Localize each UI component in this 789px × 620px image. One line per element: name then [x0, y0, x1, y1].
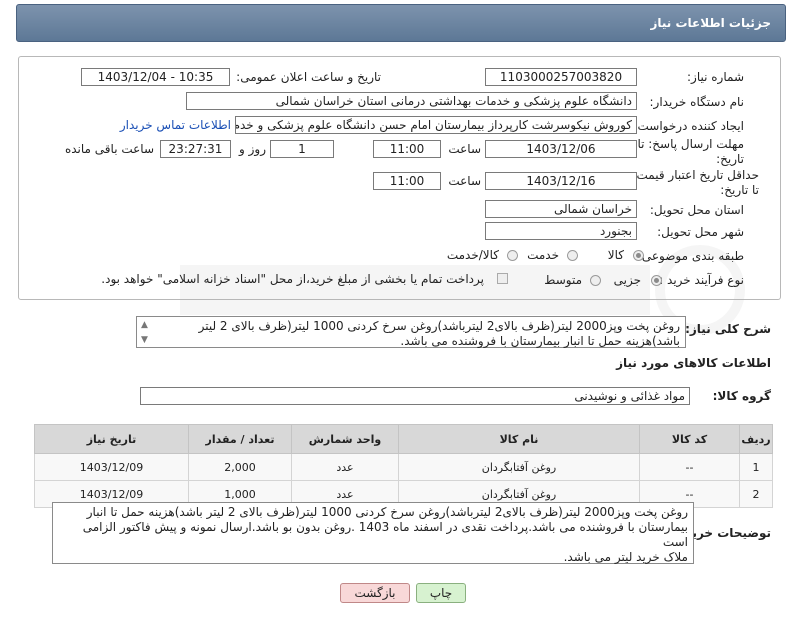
- col-date: تاریخ نیاز: [34, 424, 189, 454]
- buyer-notes-line-3: است: [662, 535, 688, 549]
- price-date-field: 1403/12/16: [485, 172, 637, 190]
- scroll-arrows-icon[interactable]: ▲ ▼: [141, 318, 148, 348]
- days-label: روز و: [239, 142, 266, 156]
- category-label: طبقه بندی موضوعی:: [637, 249, 744, 263]
- announce-field: 1403/12/04 - 10:35: [81, 68, 230, 86]
- summary-text: روغن پخت وپز2000 لیتر(ظرف بالای2 لیترباش…: [198, 319, 680, 348]
- process-medium-label: متوسط: [544, 273, 582, 287]
- buyer-notes-line-4: ملاک خرید لیتر می باشد.: [563, 550, 688, 564]
- category-service-radio[interactable]: [567, 250, 578, 261]
- back-button[interactable]: بازگشت: [340, 583, 410, 603]
- cell-name: روغن آفتابگردان: [398, 453, 640, 481]
- reply-time-field: 11:00: [373, 140, 441, 158]
- col-row: ردیف: [739, 424, 773, 454]
- buyer-notes-line-1: روغن پخت وپز2000 لیتر(ظرف بالای2 لیترباش…: [86, 505, 688, 519]
- page-header: جزئیات اطلاعات نیاز: [16, 4, 786, 42]
- days-field: 1: [270, 140, 334, 158]
- summary-textarea[interactable]: روغن پخت وپز2000 لیتر(ظرف بالای2 لیترباش…: [136, 316, 686, 348]
- table-header-row: ردیف کد کالا نام کالا واحد شمارش تعداد /…: [34, 424, 773, 454]
- cell-row: 2: [739, 480, 773, 508]
- buyer-contact-link[interactable]: اطلاعات تماس خریدار: [120, 118, 231, 132]
- remaining-label: ساعت باقی مانده: [64, 142, 154, 156]
- need-number-field: 1103000257003820: [485, 68, 637, 86]
- process-minor-label: جزیی: [613, 273, 641, 287]
- announce-label: تاریخ و ساعت اعلان عمومی:: [236, 70, 381, 84]
- goods-group-label: گروه کالا:: [712, 389, 771, 403]
- price-time-label: ساعت: [448, 174, 481, 188]
- goods-group-field: مواد غذائی و نوشیدنی: [140, 387, 690, 405]
- province-field: خراسان شمالی: [485, 200, 637, 218]
- requester-label: ایجاد کننده درخواست:: [633, 119, 744, 133]
- print-button[interactable]: چاپ: [416, 583, 466, 603]
- remaining-time-field: 23:27:31: [160, 140, 231, 158]
- col-name: نام کالا: [398, 424, 640, 454]
- cell-row: 1: [739, 453, 773, 481]
- category-service-label: خدمت: [527, 248, 559, 262]
- process-minor-radio[interactable]: [651, 275, 662, 286]
- goods-table: ردیف کد کالا نام کالا واحد شمارش تعداد /…: [34, 424, 773, 508]
- price-validity-label: حداقل تاریخ اعتبار قیمت: تا تاریخ:: [632, 168, 759, 197]
- buyer-org-field: دانشگاه علوم پزشکی و خدمات بهداشتی درمان…: [186, 92, 637, 110]
- reply-time-label: ساعت: [448, 142, 481, 156]
- goods-section-title: اطلاعات کالاهای مورد نیاز: [616, 356, 771, 370]
- province-label: استان محل تحویل:: [649, 203, 744, 217]
- col-code: کد کالا: [639, 424, 740, 454]
- category-both-label: کالا/خدمت: [446, 248, 499, 262]
- cell-code: --: [639, 453, 740, 481]
- category-goods-label: کالا: [607, 248, 624, 262]
- summary-label: شرح کلی نیاز:: [685, 322, 771, 336]
- payment-note: پرداخت تمام یا بخشی از مبلغ خرید،از محل …: [101, 272, 484, 286]
- reply-deadline-label: مهلت ارسال پاسخ: تا تاریخ:: [637, 137, 744, 166]
- buyer-notes-box: روغن پخت وپز2000 لیتر(ظرف بالای2 لیترباش…: [52, 502, 694, 564]
- cell-qty: 2,000: [188, 453, 292, 481]
- treasury-payment-checkbox[interactable]: [497, 273, 508, 284]
- cell-unit: عدد: [291, 453, 399, 481]
- requester-field: کوروش نیکوسرشت کارپرداز بیمارستان امام ح…: [235, 116, 637, 134]
- city-label: شهر محل تحویل:: [657, 225, 744, 239]
- col-qty: تعداد / مقدار: [188, 424, 292, 454]
- process-label: نوع فرآیند خرید :: [659, 273, 744, 287]
- buyer-notes-line-2: بیمارستان با فروشنده می باشد.پرداخت نقدی…: [82, 520, 688, 534]
- process-medium-radio[interactable]: [590, 275, 601, 286]
- need-number-label: شماره نیاز:: [687, 70, 744, 84]
- category-goods-radio[interactable]: [633, 250, 644, 261]
- buyer-org-label: نام دستگاه خریدار:: [649, 95, 745, 109]
- price-time-field: 11:00: [373, 172, 441, 190]
- city-field: بجنورد: [485, 222, 637, 240]
- category-both-radio[interactable]: [507, 250, 518, 261]
- cell-date: 1403/12/09: [34, 453, 189, 481]
- table-row[interactable]: 1 -- روغن آفتابگردان عدد 2,000 1403/12/0…: [34, 453, 773, 481]
- page-title: جزئیات اطلاعات نیاز: [650, 16, 771, 30]
- col-unit: واحد شمارش: [291, 424, 399, 454]
- reply-date-field: 1403/12/06: [485, 140, 637, 158]
